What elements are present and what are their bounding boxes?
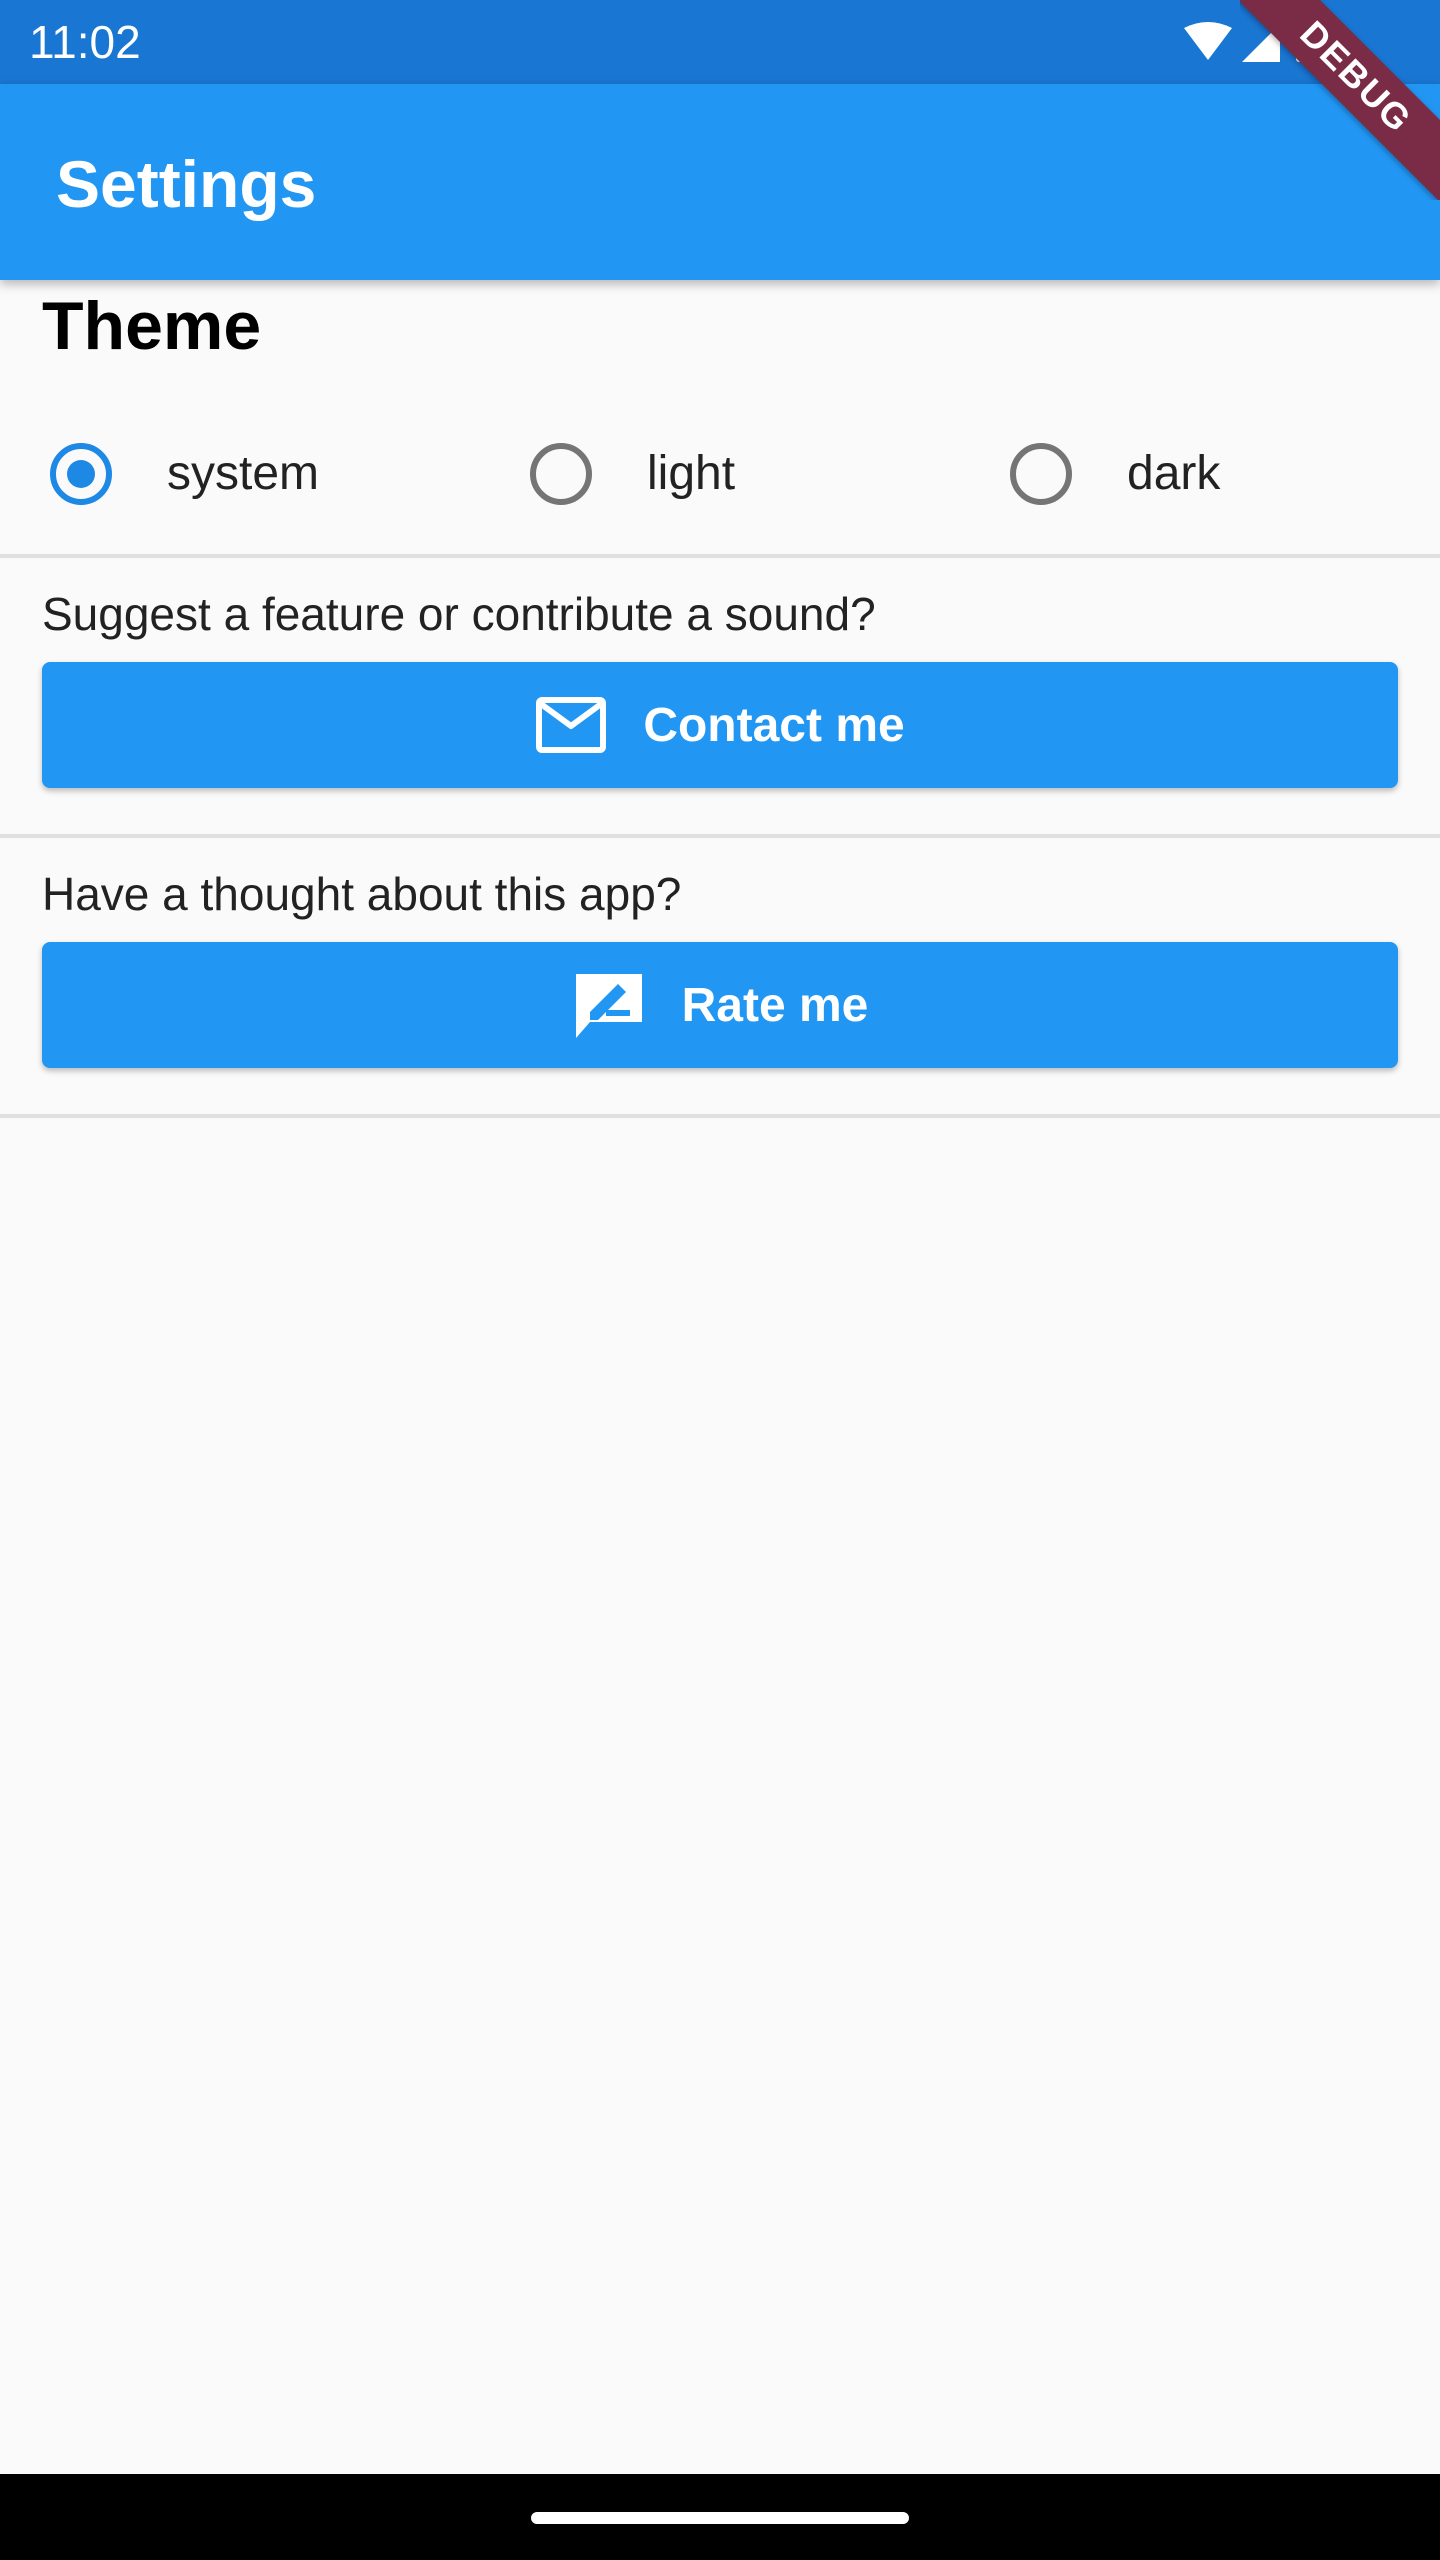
rate-prompt: Have a thought about this app? (42, 868, 682, 920)
divider (0, 554, 1440, 558)
theme-section-title: Theme (42, 288, 262, 364)
theme-option-system[interactable]: system (0, 408, 480, 540)
theme-option-label: light (647, 447, 736, 500)
theme-option-light[interactable]: light (480, 408, 960, 540)
system-navigation-bar (0, 2474, 1440, 2560)
status-bar: 11:02 (0, 0, 1440, 84)
rate-review-icon (572, 970, 646, 1040)
status-icons (1180, 20, 1330, 64)
theme-option-dark[interactable]: dark (960, 408, 1440, 540)
page-title: Settings (56, 147, 317, 221)
theme-radio-group: system light dark (0, 408, 1440, 540)
home-indicator[interactable] (531, 2512, 909, 2524)
contact-prompt: Suggest a feature or contribute a sound? (42, 588, 876, 640)
theme-option-label: dark (1127, 447, 1221, 500)
rate-me-label: Rate me (681, 978, 869, 1032)
contact-me-button[interactable]: Contact me (42, 662, 1398, 788)
radio-selected-dot (67, 460, 95, 488)
contact-me-label: Contact me (643, 698, 905, 752)
status-icons-svg (1184, 21, 1318, 62)
signal-icon (1242, 24, 1280, 62)
status-time: 11:02 (29, 16, 141, 68)
divider (0, 834, 1440, 838)
wifi-icon (1184, 22, 1232, 60)
rate-me-button[interactable]: Rate me (42, 942, 1398, 1068)
radio-button-system[interactable] (50, 443, 112, 505)
theme-option-label: system (167, 447, 320, 500)
battery-tip (1302, 21, 1312, 27)
radio-button-light[interactable] (530, 443, 592, 505)
radio-button-dark[interactable] (1010, 443, 1072, 505)
app-bar: Settings (0, 84, 1440, 280)
divider (0, 1114, 1440, 1118)
mail-icon (535, 696, 607, 754)
battery-icon (1296, 26, 1318, 62)
